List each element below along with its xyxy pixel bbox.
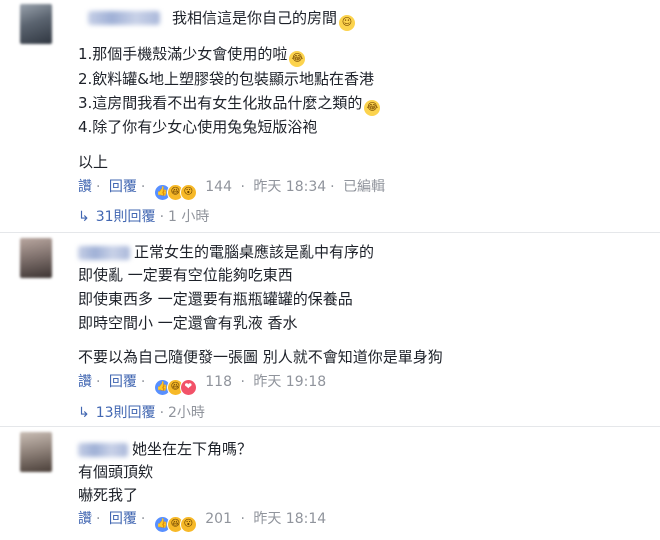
comment-text: 正常女生的電腦桌應該是亂中有序的: [134, 243, 375, 261]
timestamp[interactable]: 昨天 18:14: [253, 511, 326, 527]
comment-line: 不要以為自己隨便發一張圖 別人就不會知道你是單身狗: [78, 348, 443, 366]
comment-line: 嚇死我了: [78, 486, 139, 504]
comment-line: 4.除了你有少女心使用兔兔短版浴袍: [78, 118, 318, 136]
comment-actions: 讚 · 回覆 · 👍 😆 😮 201 · 昨天 18:14: [78, 510, 326, 533]
comment-line: 1.那個手機殼滿少女會使用的啦 😂: [78, 44, 306, 67]
reply-button[interactable]: 回覆: [109, 374, 137, 390]
reactions[interactable]: 👍 😆 ❤ 118: [153, 374, 237, 396]
comment-line: 以上: [78, 153, 109, 171]
comment-line: 即時空間小 一定還會有乳液 香水: [78, 314, 298, 332]
reaction-count: 144: [205, 179, 232, 195]
comment-line: 3.這房間我看不出有女生化妝品什麼之類的 😂: [78, 93, 381, 116]
timestamp[interactable]: 昨天 19:18: [253, 374, 326, 390]
edited-label[interactable]: 已編輯: [343, 179, 385, 195]
commenter-name[interactable]: [88, 11, 160, 25]
view-replies-link[interactable]: ↳ 31則回覆 · 1 小時: [78, 208, 209, 226]
view-replies-link[interactable]: ↳ 13則回覆 · 2小時: [78, 404, 205, 422]
divider: [0, 232, 660, 233]
avatar[interactable]: [20, 238, 52, 278]
avatar[interactable]: [20, 432, 52, 472]
comment-actions: 讚 · 回覆 · 👍 😆 ❤ 118 · 昨天 19:18: [78, 373, 326, 396]
reactions[interactable]: 👍 😆 😮 144: [153, 179, 237, 201]
wow-reaction-icon: 😮: [179, 184, 197, 201]
comment-line: 2.飲料罐&地上塑膠袋的包裝顯示地點在香港: [78, 70, 375, 88]
commenter-name[interactable]: [78, 246, 130, 260]
reply-arrow-icon: ↳: [78, 405, 90, 421]
like-button[interactable]: 讚: [78, 511, 92, 527]
reply-button[interactable]: 回覆: [109, 179, 137, 195]
love-reaction-icon: ❤: [179, 379, 197, 396]
reply-button[interactable]: 回覆: [109, 511, 137, 527]
comment-text: 我相信這是你自己的房間 ☺: [172, 8, 356, 31]
wow-reaction-icon: 😮: [179, 516, 197, 533]
laughing-emoji-icon: 😂: [364, 100, 381, 116]
reaction-count: 201: [205, 511, 232, 527]
avatar[interactable]: [20, 4, 52, 44]
timestamp[interactable]: 昨天 18:34: [253, 179, 326, 195]
like-button[interactable]: 讚: [78, 374, 92, 390]
face-emoji-icon: ☺: [339, 15, 356, 31]
comment-line: 即使亂 一定要有空位能夠吃東西: [78, 266, 293, 284]
reply-arrow-icon: ↳: [78, 209, 90, 225]
commenter-name[interactable]: [78, 443, 128, 457]
comment-text: 她坐在左下角嗎？: [132, 440, 253, 458]
laughing-emoji-icon: 😂: [289, 51, 306, 67]
comment-line: 有個頭頂欸: [78, 463, 154, 481]
like-button[interactable]: 讚: [78, 179, 92, 195]
divider: [0, 426, 660, 427]
reaction-count: 118: [205, 374, 232, 390]
comment-actions: 讚 · 回覆 · 👍 😆 😮 144 · 昨天 18:34 · 已編輯: [78, 178, 385, 201]
comment-line: 即使東西多 一定還要有瓶瓶罐罐的保養品: [78, 290, 353, 308]
reactions[interactable]: 👍 😆 😮 201: [153, 511, 237, 533]
